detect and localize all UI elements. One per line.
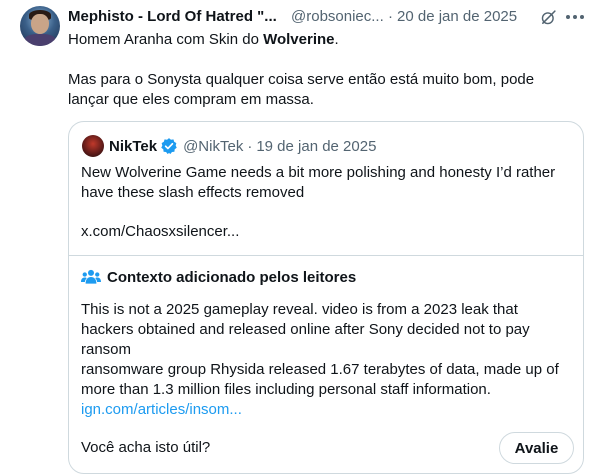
tweet-header: Mephisto - Lord Of Hatred "... @robsonie… [68, 5, 517, 27]
rate-button[interactable]: Avalie [499, 432, 574, 464]
tweet-text-line1: Homem Aranha com Skin do Wolverine. [68, 31, 339, 48]
quoted-display-name[interactable]: NikTek [109, 138, 157, 155]
tweet-date[interactable]: 20 de jan de 2025 [397, 8, 517, 25]
community-note: Contexto adicionado pelos leitores This … [69, 255, 583, 473]
helpful-question: Você acha isto útil? [81, 439, 211, 456]
separator-dot: · [388, 7, 393, 25]
tweet[interactable]: Mephisto - Lord Of Hatred "... @robsonie… [0, 0, 599, 476]
note-source-link[interactable]: ign.com/articles/insom... [81, 400, 242, 420]
display-name[interactable]: Mephisto - Lord Of Hatred "... [68, 8, 283, 25]
quoted-avatar[interactable] [82, 135, 104, 157]
grok-icon[interactable] [540, 9, 557, 26]
tweet-text-line3: lançar que eles compram em massa. [68, 91, 314, 108]
note-text-line5: more than 1.3 million files including pe… [81, 381, 491, 398]
note-text-line3: ransom [81, 341, 132, 358]
quoted-handle[interactable]: @NikTek [183, 138, 243, 155]
more-options-icon[interactable] [566, 10, 584, 24]
note-text-line2: hackers obtained and released online aft… [81, 321, 530, 338]
quoted-text-line1: New Wolverine Game needs a bit more poli… [81, 164, 556, 181]
user-avatar[interactable] [20, 6, 60, 46]
note-text-line1: This is not a 2025 gameplay reveal. vide… [81, 301, 518, 318]
quoted-text-line2: have these slash effects removed [81, 184, 305, 201]
quoted-separator-dot: · [247, 137, 253, 155]
user-handle[interactable]: @robsoniec... [291, 8, 386, 25]
quoted-tweet[interactable]: NikTek @NikTek · 19 de jan de 2025 New W… [68, 121, 584, 474]
community-note-title: Contexto adicionado pelos leitores [81, 266, 356, 288]
quoted-link[interactable]: x.com/Chaosxsilencer... [81, 222, 239, 242]
quoted-header: NikTek @NikTek · 19 de jan de 2025 [109, 135, 376, 157]
note-text-line4: ransomware group Rhysida released 1.67 t… [81, 361, 559, 378]
people-icon [81, 269, 101, 284]
community-note-title-text: Contexto adicionado pelos leitores [107, 268, 357, 286]
tweet-text-line2: Mas para o Sonysta qualquer coisa serve … [68, 71, 535, 88]
avatar-face [31, 14, 49, 34]
avatar-suit [24, 34, 56, 46]
verified-badge-icon [161, 138, 177, 155]
quoted-date[interactable]: 19 de jan de 2025 [256, 138, 376, 155]
tweet-text-bold: Wolverine [263, 31, 335, 48]
